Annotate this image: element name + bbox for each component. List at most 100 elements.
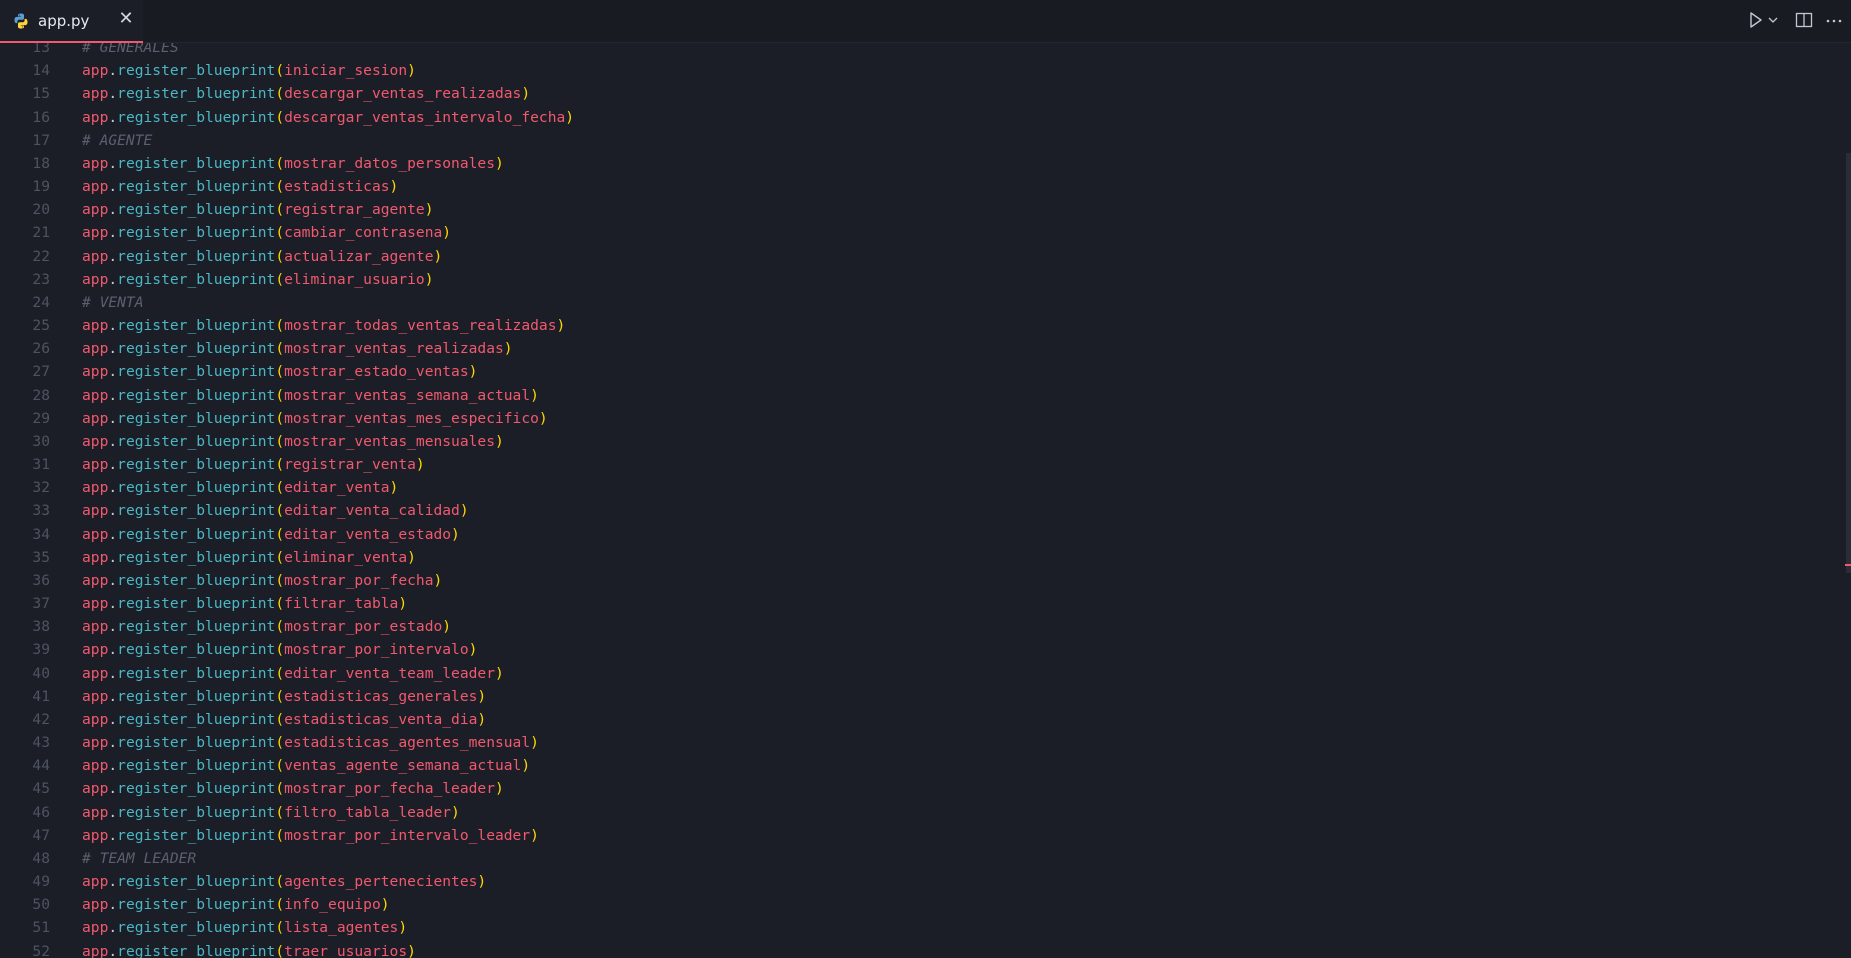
code-open-paren: ( [275, 409, 285, 427]
code-text: # GENERALES [82, 43, 179, 59]
code-line[interactable]: 33 app.register_blueprint(editar_venta_ca… [0, 499, 1840, 522]
code-line[interactable]: 34 app.register_blueprint(editar_venta_es… [0, 523, 1840, 546]
code-close-paren: ) [380, 896, 390, 914]
code-object: app [82, 201, 109, 219]
code-dot: . [108, 710, 118, 728]
line-number: 47 [32, 826, 50, 844]
line-number: 27 [32, 363, 50, 381]
code-open-paren: ( [275, 62, 285, 80]
code-close-paren: ) [530, 734, 539, 752]
code-method: register_blueprint [117, 548, 276, 566]
code-object: app [82, 456, 109, 474]
play-icon[interactable] [1747, 9, 1765, 31]
code-argument: mostrar_ventas_mensuales [284, 432, 495, 450]
code-method: register_blueprint [117, 803, 276, 821]
code-text: # TEAM LEADER [82, 847, 196, 870]
code-object: app [82, 826, 109, 844]
code-close-paren: ) [477, 687, 487, 705]
code-line[interactable]: 20 app.register_blueprint(registrar_agent… [0, 198, 1840, 221]
code-line[interactable]: 17 # AGENTE [0, 129, 1840, 152]
code-line[interactable]: 46 app.register_blueprint(filtro_tabla_le… [0, 801, 1840, 824]
code-method: register_blueprint [117, 224, 276, 242]
code-line[interactable]: 48 # TEAM LEADER [0, 847, 1840, 870]
code-line[interactable]: 49 app.register_blueprint(agentes_pertene… [0, 870, 1840, 893]
code-line[interactable]: 42 app.register_blueprint(estadisticas_ve… [0, 708, 1840, 731]
code-object: app [82, 687, 109, 705]
code-line[interactable]: 47 app.register_blueprint(mostrar_por_int… [0, 824, 1840, 847]
code-line[interactable]: 35 app.register_blueprint(eliminar_venta) [0, 546, 1840, 569]
line-number: 52 [32, 942, 50, 958]
code-line[interactable]: 40 app.register_blueprint(editar_venta_te… [0, 662, 1840, 685]
code-line[interactable]: 45 app.register_blueprint(mostrar_por_fec… [0, 777, 1840, 800]
code-line[interactable]: 31 app.register_blueprint(registrar_venta… [0, 453, 1840, 476]
code-line[interactable]: 13 # GENERALES [0, 43, 1840, 59]
code-line[interactable]: 16 app.register_blueprint(descargar_venta… [0, 106, 1840, 129]
code-line[interactable]: 24 # VENTA [0, 291, 1840, 314]
code-line[interactable]: 52 app.register_blueprint(traer_usuarios) [0, 940, 1840, 958]
code-open-paren: ( [275, 571, 285, 589]
code-argument: traer_usuarios [284, 942, 408, 958]
code-open-paren: ( [275, 919, 285, 937]
code-line[interactable]: 15 app.register_blueprint(descargar_venta… [0, 82, 1840, 105]
code-text: app.register_blueprint(estadisticas_agen… [82, 731, 539, 754]
code-object: app [82, 710, 109, 728]
code-line[interactable]: 38 app.register_blueprint(mostrar_por_est… [0, 615, 1840, 638]
code-line[interactable]: 26 app.register_blueprint(mostrar_ventas_… [0, 337, 1840, 360]
code-line[interactable]: 43 app.register_blueprint(estadisticas_ag… [0, 731, 1840, 754]
code-line[interactable]: 44 app.register_blueprint(ventas_agente_s… [0, 754, 1840, 777]
code-line[interactable]: 50 app.register_blueprint(info_equipo) [0, 893, 1840, 916]
code-method: register_blueprint [117, 178, 276, 196]
code-line[interactable]: 41 app.register_blueprint(estadisticas_ge… [0, 685, 1840, 708]
code-line[interactable]: 14 app.register_blueprint(iniciar_sesion) [0, 59, 1840, 82]
code-line[interactable]: 25 app.register_blueprint(mostrar_todas_v… [0, 314, 1840, 337]
code-argument: descargar_ventas_intervalo_fecha [284, 108, 566, 126]
code-argument: editar_venta_calidad [284, 502, 460, 520]
code-open-paren: ( [275, 247, 285, 265]
code-line[interactable]: 32 app.register_blueprint(editar_venta) [0, 476, 1840, 499]
code-line[interactable]: 36 app.register_blueprint(mostrar_por_fec… [0, 569, 1840, 592]
code-line[interactable]: 29 app.register_blueprint(mostrar_ventas_… [0, 407, 1840, 430]
line-number: 25 [32, 317, 50, 335]
code-argument: editar_venta [284, 479, 390, 497]
code-argument: actualizar_agente [284, 247, 434, 265]
code-line[interactable]: 18 app.register_blueprint(mostrar_datos_p… [0, 152, 1840, 175]
vertical-scrollbar[interactable] [1837, 43, 1851, 958]
code-line[interactable]: 21 app.register_blueprint(cambiar_contras… [0, 221, 1840, 244]
code-dot: . [108, 548, 118, 566]
more-actions-icon[interactable] [1824, 9, 1844, 31]
line-number: 37 [32, 595, 50, 613]
code-line[interactable]: 23 app.register_blueprint(eliminar_usuari… [0, 268, 1840, 291]
line-number: 31 [32, 456, 50, 474]
code-open-paren: ( [275, 757, 285, 775]
code-line[interactable]: 19 app.register_blueprint(estadisticas) [0, 175, 1840, 198]
line-number: 46 [32, 803, 50, 821]
code-line[interactable]: 39 app.register_blueprint(mostrar_por_int… [0, 638, 1840, 661]
code-line[interactable]: 27 app.register_blueprint(mostrar_estado_… [0, 360, 1840, 383]
code-argument: lista_agentes [284, 919, 399, 937]
code-close-paren: ) [398, 919, 408, 937]
code-line[interactable]: 22 app.register_blueprint(actualizar_agen… [0, 245, 1840, 268]
code-text: app.register_blueprint(mostrar_por_estad… [82, 615, 451, 638]
code-line[interactable]: 51 app.register_blueprint(lista_agentes) [0, 916, 1840, 939]
code-text: # AGENTE [82, 129, 152, 152]
code-object: app [82, 224, 109, 242]
code-text: app.register_blueprint(actualizar_agente… [82, 245, 442, 268]
line-number: 16 [32, 108, 50, 126]
code-argument: iniciar_sesion [284, 62, 408, 80]
code-line[interactable]: 28 app.register_blueprint(mostrar_ventas_… [0, 384, 1840, 407]
code-dot: . [108, 340, 118, 358]
code-dot: . [108, 919, 118, 937]
close-icon[interactable]: ✕ [116, 9, 136, 29]
code-text: app.register_blueprint(cambiar_contrasen… [82, 221, 451, 244]
code-argument: mostrar_por_estado [284, 618, 443, 636]
code-dot: . [108, 247, 118, 265]
tab-app-py[interactable]: app.py ✕ [0, 0, 143, 43]
code-dot: . [108, 664, 118, 682]
code-line[interactable]: 30 app.register_blueprint(mostrar_ventas_… [0, 430, 1840, 453]
code-line[interactable]: 37 app.register_blueprint(filtrar_tabla) [0, 592, 1840, 615]
chevron-down-icon[interactable] [1767, 9, 1779, 31]
split-editor-icon[interactable] [1794, 9, 1814, 31]
code-editor[interactable]: 13 # GENERALES 14 app.register_blueprint(in… [0, 43, 1851, 958]
code-object: app [82, 340, 109, 358]
scrollbar-thumb[interactable] [1846, 153, 1851, 573]
